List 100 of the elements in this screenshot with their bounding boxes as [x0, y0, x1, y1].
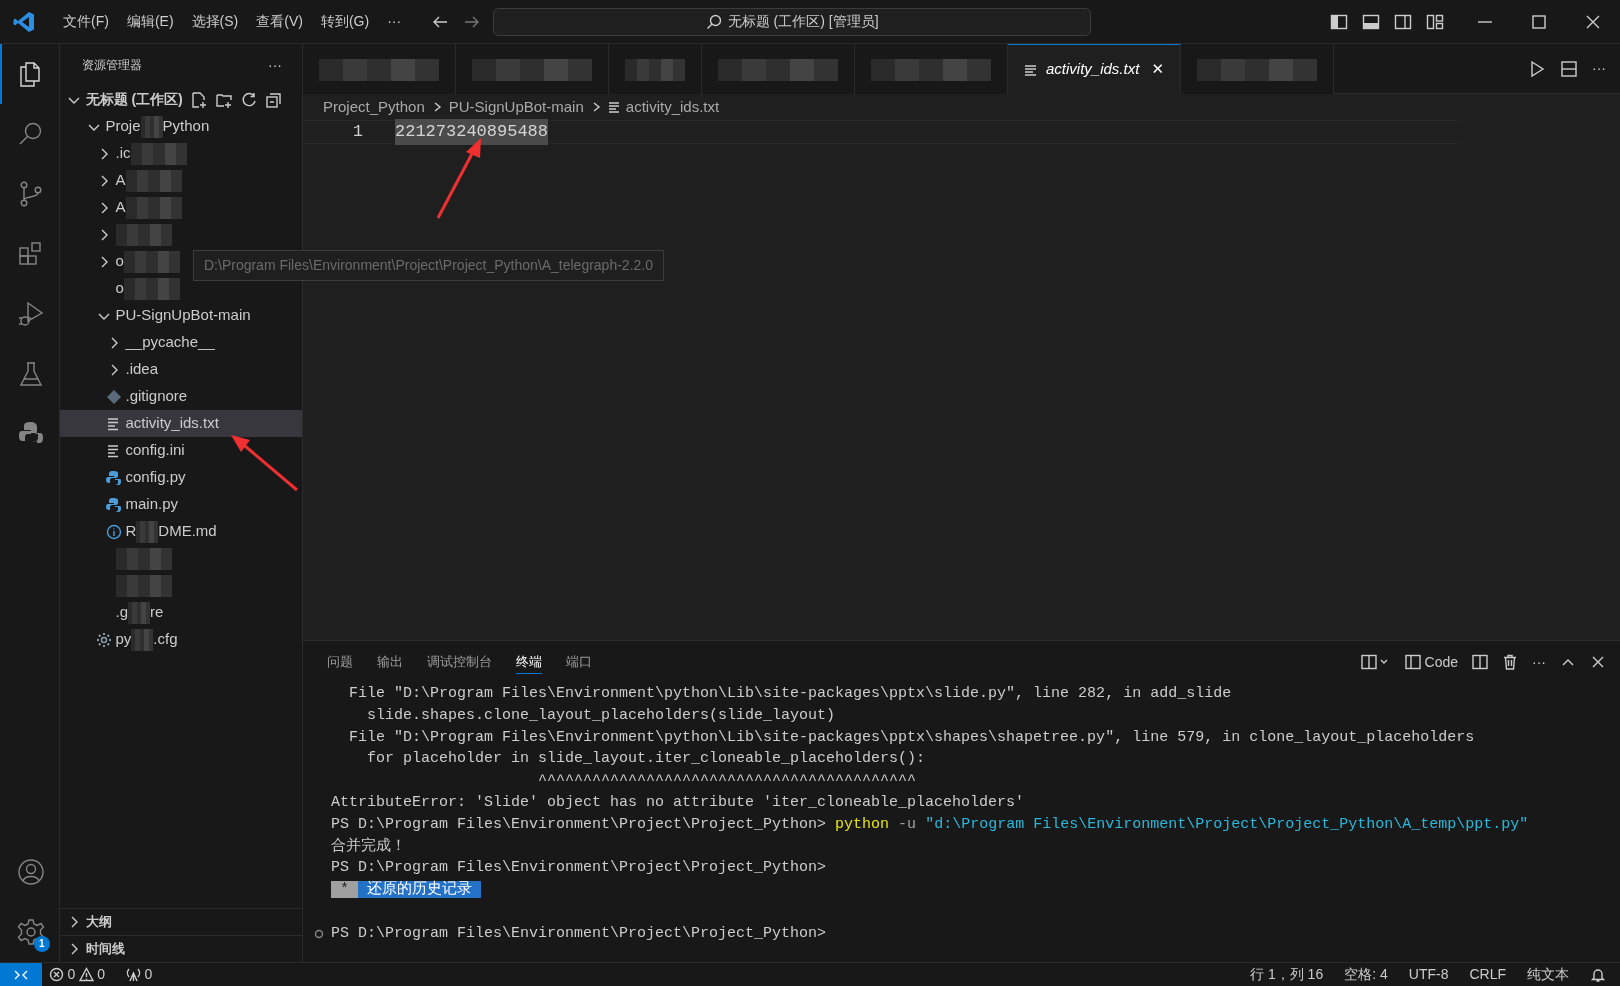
workspace-name[interactable]: 无标题 (工作区): [85, 89, 183, 110]
app-logo-icon: [12, 9, 36, 34]
panel-tab[interactable]: 端口: [566, 649, 592, 675]
terminal-line: for placeholder in slide_layout.iter_cloneable_placeholders():: [366, 750, 926, 768]
tree-item[interactable]: Proje Python: [60, 113, 302, 140]
panel-tab[interactable]: 输出: [377, 649, 403, 675]
tree-item[interactable]: .ic: [60, 140, 302, 167]
split-icon[interactable]: [1472, 654, 1488, 670]
tree-item[interactable]: main.py: [60, 491, 302, 518]
close-tab-button[interactable]: ✕: [1151, 58, 1164, 81]
file-name: activity_ids.txt: [125, 413, 219, 434]
status-item[interactable]: CRLF: [1469, 964, 1506, 985]
status-item[interactable]: 纯文本: [1527, 964, 1569, 985]
file-name: config.ini: [125, 440, 185, 461]
tree-item[interactable]: activity_ids.txt: [60, 410, 302, 437]
tree-item[interactable]: config.py: [60, 464, 302, 491]
close-icon[interactable]: [1590, 654, 1606, 670]
editor-tab[interactable]: activity_ids.txt ✕: [1008, 44, 1181, 94]
file-name: __pycache__: [125, 332, 215, 353]
info-icon: [106, 523, 122, 540]
history-marker: *: [331, 881, 358, 899]
annotation-arrow: [231, 435, 298, 492]
gear-icon: [96, 631, 112, 648]
panel-tab[interactable]: 问题: [327, 649, 353, 675]
menu-item[interactable]: 文件(F): [54, 7, 118, 36]
status-item[interactable]: UTF-8: [1408, 964, 1449, 985]
status-item[interactable]: 行 1，列 16: [1250, 964, 1324, 985]
terminal-line: AttributeError: 'Slide' object has no attribute 'iter_cloneable_placeholders': [331, 794, 1025, 811]
menu-item[interactable]: 查看(V): [247, 7, 312, 36]
notification-badge: 1: [33, 936, 50, 952]
tree-item[interactable]: A: [60, 167, 302, 194]
file-name: py: [115, 629, 132, 650]
terminal-line: PS D:\Program Files\Environment\Project\Project_Python>: [331, 859, 827, 877]
section-header[interactable]: 时间线: [85, 939, 125, 959]
error-icon: [49, 967, 64, 982]
split-editor-icon[interactable]: [1560, 59, 1578, 78]
account-icon[interactable]: [15, 857, 46, 887]
new-file-icon[interactable]: [189, 90, 208, 109]
panel-tab[interactable]: 终端: [516, 649, 542, 675]
tree-item[interactable]: PU-SignUpBot-main: [60, 302, 302, 329]
line-number: 1: [351, 121, 363, 144]
more-actions-button[interactable]: ···: [268, 54, 282, 76]
file-name: o: [115, 278, 124, 299]
menu-item[interactable]: ···: [378, 7, 411, 36]
bell-icon[interactable]: [1590, 966, 1606, 983]
terminal-line: slide.shapes.clone_layout_placeholders(slide_layout): [366, 706, 836, 724]
more-actions-button[interactable]: ···: [1592, 58, 1606, 79]
file-name: Python: [162, 116, 210, 137]
breadcrumb-item[interactable]: activity_ids.txt: [625, 95, 720, 119]
primary-sidebar-toggle-icon[interactable]: [1330, 12, 1348, 31]
terminal-selector[interactable]: Code: [1405, 651, 1458, 673]
breadcrumb-item[interactable]: PU-SignUpBot-main: [448, 95, 584, 119]
more-actions-button[interactable]: ···: [1532, 651, 1546, 673]
tree-item[interactable]: A: [60, 194, 302, 221]
menu-item[interactable]: 选择(S): [182, 7, 248, 36]
tree-item[interactable]: __pycache__: [60, 329, 302, 356]
breadcrumb-item[interactable]: Project_Python: [323, 95, 425, 119]
status-item[interactable]: 空格: 4: [1344, 964, 1388, 985]
secondary-sidebar-toggle-icon[interactable]: [1394, 12, 1412, 31]
panel-toggle-icon[interactable]: [1362, 12, 1380, 31]
terminal-line: File "D:\Program Files\Environment\python\Lib\site-packages\pptx\slide.py", line 282, in add_slide: [348, 685, 1232, 702]
settings-icon[interactable]: [15, 917, 46, 947]
run-icon[interactable]: [1528, 59, 1546, 78]
trash-icon[interactable]: [1502, 654, 1518, 670]
ports-button[interactable]: 0: [126, 964, 153, 985]
panel-tab[interactable]: 调试控制台: [427, 649, 492, 675]
menu-item[interactable]: 转到(G): [311, 7, 379, 36]
terminal-panel-icon: [1405, 654, 1422, 670]
diamond-icon: [106, 388, 122, 405]
tree-item[interactable]: .idea: [60, 356, 302, 383]
file-name: DME.md: [158, 521, 217, 542]
menu-item[interactable]: 编辑(E): [117, 7, 183, 36]
file-name: R: [125, 521, 137, 542]
collapse-all-icon[interactable]: [264, 90, 283, 109]
file-name: .cfg: [153, 629, 178, 650]
layout-icon[interactable]: [1426, 12, 1444, 31]
python-file-icon: [106, 469, 122, 486]
text-file-icon: [1024, 62, 1038, 77]
file-name: A: [115, 170, 126, 191]
file-name: .gitignore: [125, 386, 188, 407]
remote-button[interactable]: [0, 962, 42, 986]
terminal-line: 合并完成！: [331, 837, 406, 855]
tree-item[interactable]: py .cfg: [60, 626, 302, 653]
tree-item[interactable]: config.ini: [60, 437, 302, 464]
maximize-icon[interactable]: [1530, 12, 1548, 31]
text-file-icon: [607, 101, 620, 113]
tree-item[interactable]: .gitignore: [60, 383, 302, 410]
sidebar-title: 资源管理器: [82, 56, 142, 74]
prompt-circle-icon: [314, 928, 324, 939]
file-name: .idea: [125, 359, 159, 380]
terminal-line: File "D:\Program Files\Environment\python\Lib\site-packages\pptx\shapes\shapetree.py", line 579, in clone_layout_placeholders: [348, 728, 1475, 746]
problems-button[interactable]: 0 0: [49, 964, 106, 985]
terminal-line: ^^^^^^^^^^^^^^^^^^^^^^^^^^^^^^^^^^^^^^^^^^: [537, 772, 917, 790]
section-header[interactable]: 大纲: [85, 912, 112, 932]
tree-item[interactable]: R DME.md: [60, 518, 302, 545]
tree-item[interactable]: .g re: [60, 599, 302, 626]
file-name: re: [150, 602, 164, 623]
command-center[interactable]: 无标题 (工作区) [管理员]: [493, 7, 1092, 36]
path-tooltip: D:\Program Files\Environment\Project\Project_Python\A_telegraph-2.2.0: [193, 250, 664, 281]
terminal-line: PS D:\Program Files\Environment\Project\Project_Python> python -u "d:\Program Files\Environment\Project\Project_Python\A_temp\ppt.py": [331, 814, 1529, 835]
